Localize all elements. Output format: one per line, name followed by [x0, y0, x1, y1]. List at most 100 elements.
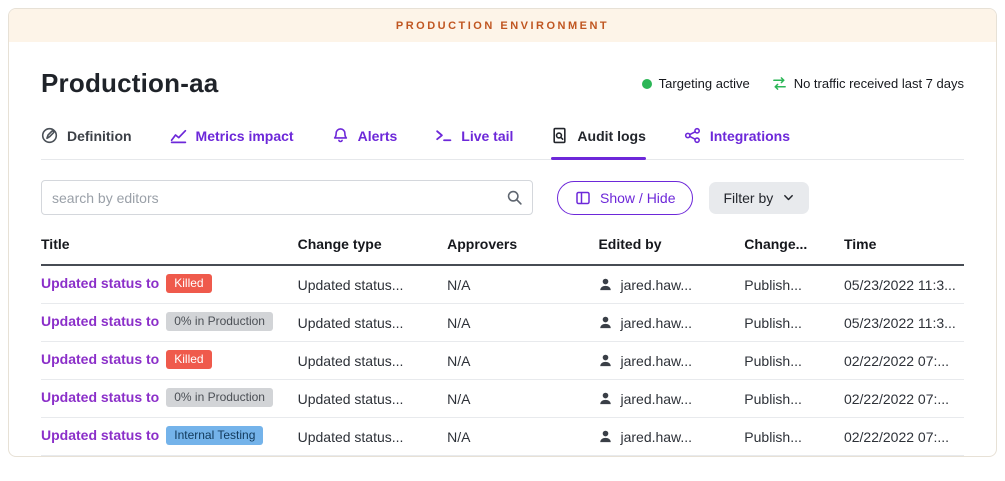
column-header-title: Title	[41, 227, 298, 265]
terminal-icon	[435, 127, 452, 144]
tab-audit-logs[interactable]: Audit logs	[551, 127, 645, 159]
show-hide-columns-button[interactable]: Show / Hide	[557, 181, 693, 215]
cell-time: 02/22/2022 07:...	[844, 380, 964, 418]
audit-table-body: Updated status to Killed Updated status..…	[41, 265, 964, 456]
status-badge: Internal Testing	[166, 426, 263, 445]
tab-integrations[interactable]: Integrations	[684, 127, 790, 159]
edited-by-name: jared.haw...	[620, 353, 692, 369]
targeting-status: Targeting active	[642, 76, 750, 91]
tab-alerts-label: Alerts	[358, 128, 398, 144]
edited-by-name: jared.haw...	[620, 315, 692, 331]
audit-log-table: Title Change type Approvers Edited by Ch…	[41, 227, 964, 456]
audit-title-link[interactable]: Updated status to	[41, 351, 159, 367]
cell-title: Updated status to 0% in Production	[41, 304, 298, 342]
cell-title: Updated status to Killed	[41, 265, 298, 304]
column-header-change: Change...	[744, 227, 844, 265]
cell-approvers: N/A	[447, 418, 598, 456]
traffic-status-label: No traffic received last 7 days	[794, 76, 964, 91]
person-icon	[598, 315, 613, 330]
cell-edited-by: jared.haw...	[598, 304, 744, 342]
environment-card: PRODUCTION ENVIRONMENT Production-aa Tar…	[8, 8, 997, 457]
audit-title-link[interactable]: Updated status to	[41, 427, 159, 443]
tab-integrations-label: Integrations	[710, 128, 790, 144]
cell-change: Publish...	[744, 342, 844, 380]
status-badge: 0% in Production	[166, 388, 273, 407]
audit-title-link[interactable]: Updated status to	[41, 275, 159, 291]
cell-title: Updated status to 0% in Production	[41, 380, 298, 418]
cell-time: 02/22/2022 07:...	[844, 418, 964, 456]
bell-icon	[332, 127, 349, 144]
cell-time: 05/23/2022 11:3...	[844, 265, 964, 304]
targeting-active-dot-icon	[642, 79, 652, 89]
column-header-approvers: Approvers	[447, 227, 598, 265]
tab-definition[interactable]: Definition	[41, 127, 132, 159]
tab-alerts[interactable]: Alerts	[332, 127, 398, 159]
tab-metrics-impact[interactable]: Metrics impact	[170, 127, 294, 159]
edited-by-name: jared.haw...	[620, 391, 692, 407]
person-icon	[598, 353, 613, 368]
cell-change-type: Updated status...	[298, 380, 448, 418]
status-badge: 0% in Production	[166, 312, 273, 331]
tab-bar: Definition Metrics impact Alerts	[41, 127, 964, 160]
status-group: Targeting active No traffic received las…	[642, 76, 964, 91]
cell-change: Publish...	[744, 418, 844, 456]
person-icon	[598, 391, 613, 406]
search-box	[41, 180, 533, 215]
table-row[interactable]: Updated status to 0% in Production Update…	[41, 304, 964, 342]
cell-change-type: Updated status...	[298, 265, 448, 304]
definition-icon	[41, 127, 58, 144]
table-header-row: Title Change type Approvers Edited by Ch…	[41, 227, 964, 265]
cell-title: Updated status to Internal Testing	[41, 418, 298, 456]
cell-approvers: N/A	[447, 265, 598, 304]
cell-edited-by: jared.haw...	[598, 418, 744, 456]
tab-live-tail[interactable]: Live tail	[435, 127, 513, 159]
person-icon	[598, 429, 613, 444]
cell-edited-by: jared.haw...	[598, 380, 744, 418]
status-badge: Killed	[166, 274, 211, 293]
filter-by-label: Filter by	[723, 190, 773, 206]
table-row[interactable]: Updated status to 0% in Production Update…	[41, 380, 964, 418]
page-title: Production-aa	[41, 68, 218, 99]
column-header-change-type: Change type	[298, 227, 448, 265]
cell-change-type: Updated status...	[298, 304, 448, 342]
cell-approvers: N/A	[447, 380, 598, 418]
column-header-edited-by: Edited by	[598, 227, 744, 265]
environment-banner: PRODUCTION ENVIRONMENT	[9, 9, 996, 42]
tab-live-tail-label: Live tail	[461, 128, 513, 144]
cell-change: Publish...	[744, 304, 844, 342]
table-row[interactable]: Updated status to Killed Updated status..…	[41, 265, 964, 304]
cell-change: Publish...	[744, 380, 844, 418]
show-hide-label: Show / Hide	[600, 190, 675, 206]
traffic-status: No traffic received last 7 days	[772, 76, 964, 91]
cell-edited-by: jared.haw...	[598, 265, 744, 304]
integrations-icon	[684, 127, 701, 144]
table-controls: Show / Hide Filter by	[41, 180, 964, 215]
person-icon	[598, 277, 613, 292]
tab-definition-label: Definition	[67, 128, 132, 144]
cell-change: Publish...	[744, 265, 844, 304]
targeting-status-label: Targeting active	[659, 76, 750, 91]
table-row[interactable]: Updated status to Killed Updated status..…	[41, 342, 964, 380]
tab-metrics-impact-label: Metrics impact	[196, 128, 294, 144]
metrics-chart-icon	[170, 127, 187, 144]
filter-by-button[interactable]: Filter by	[709, 182, 809, 214]
cell-edited-by: jared.haw...	[598, 342, 744, 380]
traffic-arrows-icon	[772, 76, 787, 91]
audit-log-icon	[551, 127, 568, 144]
tab-audit-logs-label: Audit logs	[577, 128, 645, 144]
search-input[interactable]	[41, 180, 533, 215]
cell-time: 05/23/2022 11:3...	[844, 304, 964, 342]
audit-title-link[interactable]: Updated status to	[41, 313, 159, 329]
table-row[interactable]: Updated status to Internal Testing Update…	[41, 418, 964, 456]
page-header: Production-aa Targeting active No traffi…	[41, 68, 964, 99]
columns-icon	[575, 190, 591, 206]
status-badge: Killed	[166, 350, 211, 369]
edited-by-name: jared.haw...	[620, 429, 692, 445]
search-icon	[506, 189, 523, 206]
cell-change-type: Updated status...	[298, 342, 448, 380]
column-header-time: Time	[844, 227, 964, 265]
cell-approvers: N/A	[447, 304, 598, 342]
cell-approvers: N/A	[447, 342, 598, 380]
edited-by-name: jared.haw...	[620, 277, 692, 293]
audit-title-link[interactable]: Updated status to	[41, 389, 159, 405]
